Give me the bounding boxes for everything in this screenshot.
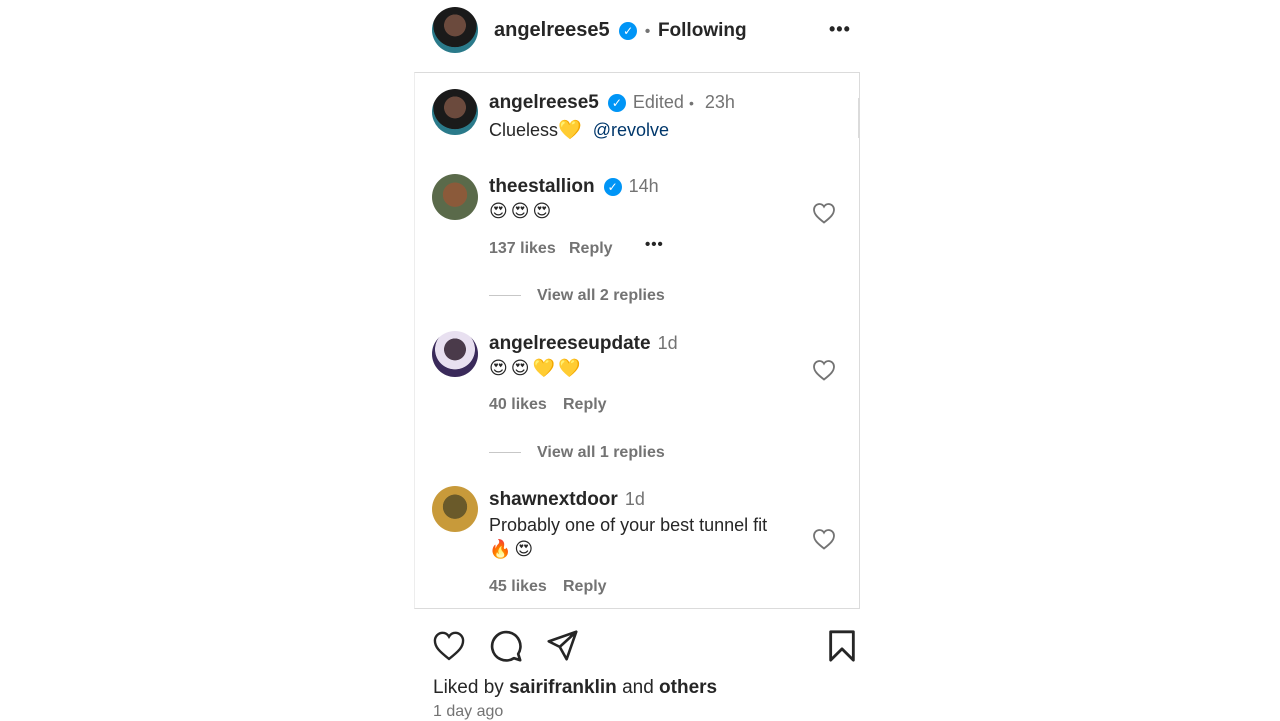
caption-text: Clueless [489,120,559,140]
comment-likes[interactable]: 45 likes [489,578,547,596]
post-time: 23h [704,92,735,112]
header-bar: angelreese5 ✓ • Following [494,19,747,42]
edited-label: Edited [632,92,684,112]
reply-button[interactable]: Reply [563,578,607,596]
caption-emoji: 💛 [558,120,582,141]
comment-time: 14h [628,176,659,196]
comment-header: theestallion ✓ 14h [489,176,659,198]
following-button[interactable]: Following [658,20,747,41]
view-replies-button[interactable]: View all 1 replies [537,444,665,462]
heart-icon[interactable] [812,359,836,381]
comment-text: 😍😍💛💛 [489,358,584,378]
comment-more-icon[interactable]: ••• [645,236,664,253]
comment-username[interactable]: shawnextdoor [489,489,618,510]
liked-by-and: and [622,677,654,698]
verified-badge-icon: ✓ [603,178,622,197]
scrollbar[interactable] [858,98,860,138]
heart-icon[interactable] [432,630,466,661]
replies-divider [489,452,521,453]
mention-link[interactable]: @revolve [593,120,669,140]
comment-likes[interactable]: 137 likes [489,240,556,258]
post-username[interactable]: angelreese5 [489,92,599,113]
post-caption-header: angelreese5 ✓ Edited • 23h [489,92,735,114]
comment-likes[interactable]: 40 likes [489,396,547,414]
comment-time: 1d [624,489,645,509]
header-separator: • [644,23,651,40]
post-timestamp: 1 day ago [433,703,504,720]
reply-button[interactable]: Reply [563,396,607,414]
header-avatar[interactable] [432,7,478,53]
post-dot: • [688,95,694,111]
liked-by-prefix: Liked by [433,677,504,698]
comment-text-emoji: 🔥😍 [489,539,537,559]
liked-by-others[interactable]: others [659,677,717,698]
comment-avatar[interactable] [432,331,478,377]
comment-header: angelreeseupdate 1d [489,333,678,355]
verified-badge-icon: ✓ [619,21,638,40]
comment-time: 1d [657,333,678,353]
comment-avatar[interactable] [432,174,478,220]
bookmark-icon[interactable] [827,629,857,663]
comment-bubble-icon[interactable] [489,629,523,663]
heart-icon[interactable] [812,528,836,550]
liked-by: Liked by sairifranklin and others [433,677,717,699]
view-replies-button[interactable]: View all 2 replies [537,287,665,305]
heart-icon[interactable] [812,202,836,224]
header-username[interactable]: angelreese5 [494,19,610,41]
post-caption: Clueless💛 @revolve [489,118,669,142]
comment-header: shawnextdoor 1d [489,489,645,511]
comment-text: Probably one of your best tunnel fit [489,515,768,535]
liked-by-user[interactable]: sairifranklin [509,677,617,698]
reply-button[interactable]: Reply [569,240,613,258]
verified-badge-icon: ✓ [607,94,626,113]
more-options-icon[interactable]: ••• [829,19,851,40]
comment-avatar[interactable] [432,486,478,532]
replies-divider [489,295,521,296]
comment-username[interactable]: angelreeseupdate [489,333,651,354]
post-avatar[interactable] [432,89,478,135]
comment-username[interactable]: theestallion [489,176,595,197]
paper-plane-icon[interactable] [546,629,579,662]
comment-text: 😍😍😍 [489,201,555,221]
